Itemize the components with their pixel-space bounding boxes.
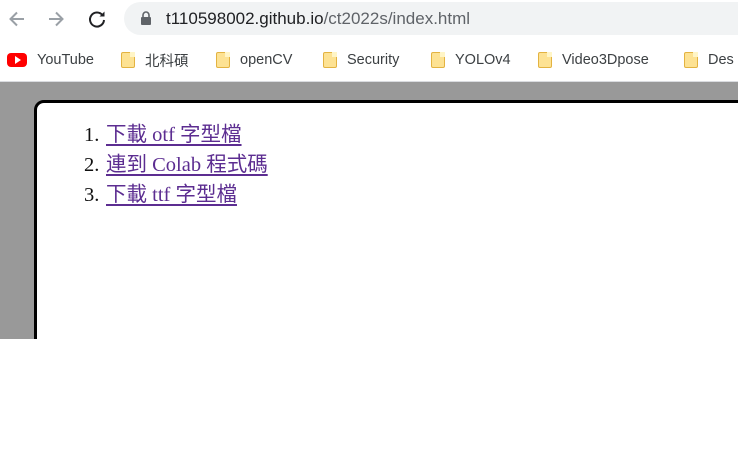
youtube-icon (7, 53, 27, 67)
bookmark-folder-opencv[interactable]: openCV (216, 50, 292, 70)
bookmark-label: openCV (240, 52, 293, 68)
bookmark-label: Des (708, 52, 734, 68)
arrow-left-icon (9, 11, 24, 27)
url-text[interactable]: t110598002.github.io/ct2022s/index.html (166, 9, 470, 29)
bookmark-youtube[interactable]: YouTube (7, 50, 94, 70)
folder-icon (121, 52, 135, 68)
bookmark-folder-des[interactable]: Des (684, 50, 734, 70)
bookmark-label: Security (347, 52, 400, 68)
bookmark-folder-video3dpose[interactable]: Video3Dpose (538, 50, 649, 70)
url-path: /ct2022s/index.html (323, 9, 471, 28)
link-download-ttf[interactable]: 下載 ttf 字型檔 (106, 184, 237, 206)
list-item: 3. 下載 ttf 字型檔 (84, 180, 268, 210)
bookmark-label: YouTube (37, 52, 94, 68)
blank-area (0, 339, 738, 456)
bookmark-folder-1[interactable]: 北科碩 (121, 50, 189, 70)
list-item: 2. 連到 Colab 程式碼 (84, 150, 268, 180)
bookmarks-bar: YouTube 北科碩 openCV Security YOLOv4 Video… (0, 38, 738, 82)
lock-icon[interactable] (140, 11, 152, 26)
bookmark-label: YOLOv4 (455, 52, 511, 68)
bookmark-label: Video3Dpose (562, 52, 649, 68)
forward-button[interactable] (42, 5, 70, 33)
bookmark-label: 北科碩 (145, 53, 189, 70)
arrow-right-icon (49, 11, 64, 27)
list-number: 3. (84, 184, 100, 206)
list-item: 1. 下載 otf 字型檔 (84, 120, 268, 150)
link-colab[interactable]: 連到 Colab 程式碼 (106, 154, 268, 176)
address-bar[interactable]: t110598002.github.io/ct2022s/index.html (124, 2, 738, 35)
reload-icon (89, 11, 105, 28)
bookmark-folder-security[interactable]: Security (323, 50, 399, 70)
bookmark-folder-yolov4[interactable]: YOLOv4 (431, 50, 511, 70)
folder-icon (216, 52, 230, 68)
list-number: 1. (84, 124, 100, 146)
folder-icon (538, 52, 552, 68)
browser-toolbar: t110598002.github.io/ct2022s/index.html (0, 0, 738, 38)
url-host: t110598002.github.io (166, 9, 324, 28)
back-button[interactable] (3, 5, 31, 33)
link-list: 1. 下載 otf 字型檔 2. 連到 Colab 程式碼 3. 下載 ttf 字型檔 (84, 120, 268, 210)
list-number: 2. (84, 154, 100, 176)
folder-icon (323, 52, 337, 68)
reload-button[interactable] (83, 5, 111, 33)
folder-icon (684, 52, 698, 68)
folder-icon (431, 52, 445, 68)
link-download-otf[interactable]: 下載 otf 字型檔 (106, 124, 242, 146)
